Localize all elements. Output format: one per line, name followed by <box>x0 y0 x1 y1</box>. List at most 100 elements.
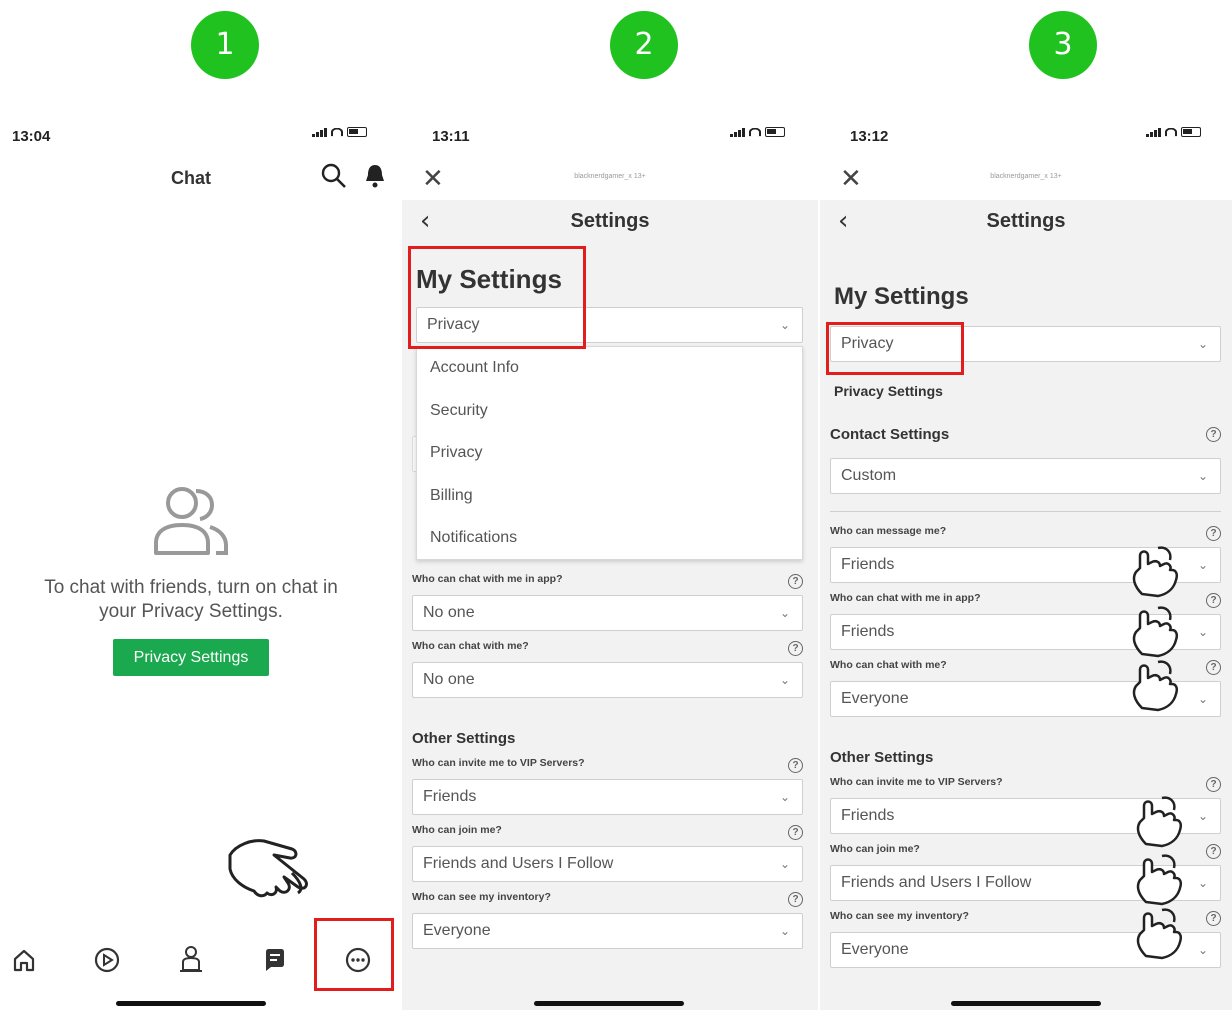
chevron-down-icon: ⌄ <box>779 318 790 332</box>
page-title: Settings <box>986 210 1066 232</box>
other-settings-heading: Other Settings <box>412 730 516 747</box>
select-value: Everyone <box>841 690 909 707</box>
wifi-icon <box>1165 127 1177 137</box>
status-icons <box>312 127 367 137</box>
chat-screen: 13:04 Chat To chat with friends, turn on… <box>0 110 400 1010</box>
home-indicator <box>951 1001 1101 1006</box>
help-icon[interactable]: ? <box>788 641 803 656</box>
question-label: Who can message me? <box>830 525 947 537</box>
chevron-down-icon: ⌄ <box>779 790 790 804</box>
select-value: Everyone <box>423 922 491 939</box>
question-label: Who can chat with me? <box>830 659 947 671</box>
tap-hand-icon <box>1132 660 1179 712</box>
help-icon[interactable]: ? <box>1206 427 1221 442</box>
dropdown-option-account-info[interactable]: Account Info <box>430 359 519 377</box>
chevron-down-icon: ⌄ <box>1197 943 1208 957</box>
chevron-down-icon: ⌄ <box>779 606 790 620</box>
account-name: blacknerdgamer_x 13+ <box>990 173 1062 180</box>
select-value: Friends <box>841 807 895 824</box>
divider <box>830 511 1221 512</box>
friends-icon <box>154 487 228 555</box>
chevron-down-icon: ⌄ <box>779 673 790 687</box>
question-label: Who can join me? <box>412 824 502 836</box>
question-label: Who can chat with me in app? <box>830 592 981 604</box>
status-icons <box>1146 127 1201 137</box>
chevron-down-icon: ⌄ <box>1197 876 1208 890</box>
help-icon[interactable]: ? <box>1206 660 1221 675</box>
select-value: Friends <box>841 556 895 573</box>
help-icon[interactable]: ? <box>1206 777 1221 792</box>
more-highlight <box>314 918 394 991</box>
page-title: Settings <box>570 210 650 232</box>
wifi-icon <box>749 127 761 137</box>
help-icon[interactable]: ? <box>1206 593 1221 608</box>
select-value: Friends <box>841 623 895 640</box>
help-icon[interactable]: ? <box>1206 526 1221 541</box>
home-icon[interactable] <box>10 946 38 974</box>
question-label: Who can invite me to VIP Servers? <box>412 757 585 769</box>
step-3-badge: 3 <box>1029 11 1097 79</box>
tap-hand-icon <box>1132 606 1179 658</box>
tap-hand-icon <box>1136 796 1183 848</box>
select-value: Friends and Users I Follow <box>841 874 1032 891</box>
question-label: Who can chat with me? <box>412 640 529 652</box>
help-icon[interactable]: ? <box>1206 844 1221 859</box>
chat-message-line-2: your Privacy Settings. <box>99 601 283 622</box>
join-me-select[interactable]: Friends and Users I Follow ⌄ <box>412 846 803 882</box>
status-time: 13:12 <box>850 128 889 145</box>
status-time: 13:04 <box>12 128 51 145</box>
dropdown-option-billing[interactable]: Billing <box>430 487 473 505</box>
dropdown-option-security[interactable]: Security <box>430 402 488 420</box>
home-indicator <box>534 1001 684 1006</box>
tap-hand-icon <box>1132 546 1179 598</box>
battery-icon <box>347 127 367 137</box>
chat-with-me-select[interactable]: No one ⌄ <box>412 662 803 698</box>
dropdown-option-privacy[interactable]: Privacy <box>430 444 482 462</box>
chat-message-line-1: To chat with friends, turn on chat in <box>44 577 338 598</box>
privacy-highlight <box>826 322 964 375</box>
account-name: blacknerdgamer_x 13+ <box>574 173 646 180</box>
step-1-badge: 1 <box>191 11 259 79</box>
inventory-select[interactable]: Everyone ⌄ <box>412 913 803 949</box>
chevron-down-icon: ⌄ <box>1197 625 1208 639</box>
contact-settings-heading: Contact Settings <box>830 426 950 443</box>
tap-hand-icon <box>1136 908 1183 960</box>
home-indicator <box>116 1001 266 1006</box>
chat-in-app-select[interactable]: No one ⌄ <box>412 595 803 631</box>
help-icon[interactable]: ? <box>788 574 803 589</box>
help-icon[interactable]: ? <box>788 758 803 773</box>
my-settings-heading: My Settings <box>834 283 969 310</box>
play-icon[interactable] <box>93 946 121 974</box>
search-icon[interactable] <box>320 162 348 190</box>
privacy-settings-heading: Privacy Settings <box>834 383 943 399</box>
help-icon[interactable]: ? <box>1206 911 1221 926</box>
other-settings-heading: Other Settings <box>830 749 934 766</box>
category-dropdown-menu: Account Info Security Privacy Billing No… <box>416 346 803 560</box>
question-label: Who can see my inventory? <box>412 891 551 903</box>
vip-servers-select[interactable]: Friends ⌄ <box>412 779 803 815</box>
status-icons <box>730 127 785 137</box>
privacy-settings-button[interactable]: Privacy Settings <box>113 639 269 676</box>
select-value: No one <box>423 604 475 621</box>
contact-settings-select[interactable]: Custom ⌄ <box>830 458 1221 494</box>
help-icon[interactable]: ? <box>788 825 803 840</box>
chevron-down-icon: ⌄ <box>1197 558 1208 572</box>
battery-icon <box>1181 127 1201 137</box>
question-label: Who can see my inventory? <box>830 910 969 922</box>
select-value: Custom <box>841 467 897 484</box>
dropdown-option-notifications[interactable]: Notifications <box>430 529 517 547</box>
question-label: Who can join me? <box>830 843 920 855</box>
wifi-icon <box>331 127 343 137</box>
chat-icon[interactable] <box>261 946 289 974</box>
tap-hand-icon <box>1136 854 1183 906</box>
signal-icon <box>312 127 327 137</box>
privacy-highlight <box>408 246 586 349</box>
chevron-down-icon: ⌄ <box>779 924 790 938</box>
bell-icon[interactable] <box>362 162 388 190</box>
select-value: No one <box>423 671 475 688</box>
battery-icon <box>765 127 785 137</box>
avatar-icon[interactable] <box>177 944 205 974</box>
settings-screen-dropdown: 13:11 ✕ blacknerdgamer_x 13+ ‹ Settings … <box>402 110 818 1010</box>
help-icon[interactable]: ? <box>788 892 803 907</box>
question-label: Who can chat with me in app? <box>412 573 563 585</box>
